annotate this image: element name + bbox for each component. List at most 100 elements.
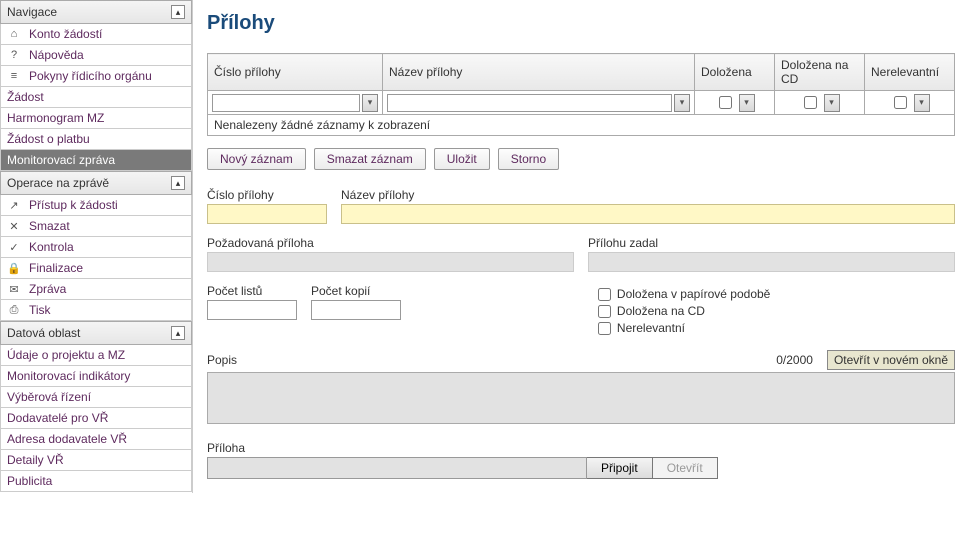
cancel-button[interactable]: Storno bbox=[498, 148, 559, 170]
copies-label: Počet kopií bbox=[311, 284, 401, 298]
check-icon: ✓ bbox=[7, 241, 21, 254]
nav-item-dodavatele[interactable]: Dodavatelé pro VŘ bbox=[0, 408, 192, 429]
nav-item-label: Smazat bbox=[29, 219, 70, 233]
nav-item-kontrola[interactable]: ✓ Kontrola bbox=[0, 237, 192, 258]
print-icon: ⎙ bbox=[7, 304, 21, 317]
nav-item-pokyny[interactable]: ≡ Pokyny řídicího orgánu bbox=[0, 66, 192, 87]
nav-item-tisk[interactable]: ⎙ Tisk bbox=[0, 300, 192, 321]
pages-label: Počet listů bbox=[207, 284, 297, 298]
message-icon: ✉ bbox=[7, 283, 21, 296]
nav-item-label: Adresa dodavatele VŘ bbox=[7, 432, 127, 446]
nav-item-finalizace[interactable]: 🔒 Finalizace bbox=[0, 258, 192, 279]
help-icon: ? bbox=[7, 49, 21, 61]
nav-item-adresa[interactable]: Adresa dodavatele VŘ bbox=[0, 429, 192, 450]
nav-header-navigace: Navigace ▴ bbox=[0, 0, 192, 24]
attachments-grid: Číslo přílohy Název přílohy Doložena Dol… bbox=[207, 53, 955, 115]
entered-by-input bbox=[588, 252, 955, 272]
toolbar: Nový záznam Smazat záznam Uložit Storno bbox=[207, 148, 955, 170]
desc-label: Popis bbox=[207, 353, 237, 367]
filter-name-input[interactable] bbox=[387, 94, 672, 112]
desc-counter: 0/2000 bbox=[776, 353, 813, 367]
grid-empty-status: Nenalezeny žádné záznamy k zobrazení bbox=[207, 115, 955, 136]
nav-item-detaily[interactable]: Detaily VŘ bbox=[0, 450, 192, 471]
nav-item-zadost[interactable]: Žádost bbox=[0, 87, 192, 108]
col-provided[interactable]: Doložena bbox=[695, 54, 775, 91]
required-label: Požadovaná příloha bbox=[207, 236, 574, 250]
access-icon: ↗ bbox=[7, 199, 21, 212]
name-label: Název přílohy bbox=[341, 188, 955, 202]
filter-provided-checkbox[interactable] bbox=[719, 96, 732, 109]
chevron-up-icon[interactable]: ▴ bbox=[171, 326, 185, 340]
delete-icon: ✕ bbox=[7, 220, 21, 233]
nav-item-label: Konto žádostí bbox=[29, 27, 102, 41]
nav-item-label: Monitorovací zpráva bbox=[7, 153, 115, 167]
attach-button[interactable]: Připojit bbox=[587, 457, 653, 479]
nav-header-label: Navigace bbox=[7, 5, 57, 19]
nav-item-label: Kontrola bbox=[29, 240, 74, 254]
nav-header-datova: Datová oblast ▴ bbox=[0, 321, 192, 345]
chk-paper[interactable] bbox=[598, 288, 611, 301]
nav-item-pristup[interactable]: ↗ Přístup k žádosti bbox=[0, 195, 192, 216]
nav-item-label: Dodavatelé pro VŘ bbox=[7, 411, 108, 425]
nav-item-label: Pokyny řídicího orgánu bbox=[29, 69, 152, 83]
col-provided-cd[interactable]: Doložena na CD bbox=[775, 54, 865, 91]
nav-header-operace: Operace na zprávě ▴ bbox=[0, 171, 192, 195]
nav-item-label: Nápověda bbox=[29, 48, 84, 62]
pages-input[interactable] bbox=[207, 300, 297, 320]
nav-item-label: Finalizace bbox=[29, 261, 83, 275]
nav-item-udaje[interactable]: Údaje o projektu a MZ bbox=[0, 345, 192, 366]
attach-label: Příloha bbox=[207, 441, 955, 455]
copies-input[interactable] bbox=[311, 300, 401, 320]
save-button[interactable]: Uložit bbox=[434, 148, 490, 170]
number-input[interactable] bbox=[207, 204, 327, 224]
nav-item-harmonogram[interactable]: Harmonogram MZ bbox=[0, 108, 192, 129]
col-number[interactable]: Číslo přílohy bbox=[208, 54, 383, 91]
filter-icon[interactable]: ▾ bbox=[362, 94, 378, 112]
nav-item-indikatory[interactable]: Monitorovací indikátory bbox=[0, 366, 192, 387]
entered-by-label: Přílohu zadal bbox=[588, 236, 955, 250]
nav-item-monitorovaci-zprava[interactable]: Monitorovací zpráva bbox=[0, 150, 192, 171]
nav-item-publicita[interactable]: Publicita bbox=[0, 471, 192, 492]
nav-header-label: Operace na zprávě bbox=[7, 176, 109, 190]
open-attachment-button: Otevřít bbox=[653, 457, 718, 479]
filter-icon[interactable]: ▾ bbox=[824, 94, 840, 112]
nav-item-label: Žádost o platbu bbox=[7, 132, 90, 146]
nav-item-label: Zpráva bbox=[29, 282, 66, 296]
nav-item-zadost-o-platbu[interactable]: Žádost o platbu bbox=[0, 129, 192, 150]
nav-item-label: Detaily VŘ bbox=[7, 453, 64, 467]
nav-item-label: Monitorovací indikátory bbox=[7, 369, 130, 383]
home-icon: ⌂ bbox=[7, 28, 21, 40]
nav-item-label: Přístup k žádosti bbox=[29, 198, 118, 212]
col-irrelevant[interactable]: Nerelevantní bbox=[865, 54, 955, 91]
open-new-window-button[interactable]: Otevřít v novém okně bbox=[827, 350, 955, 370]
delete-record-button[interactable]: Smazat záznam bbox=[314, 148, 426, 170]
nav-item-label: Výběrová řízení bbox=[7, 390, 91, 404]
nav-item-napoveda[interactable]: ? Nápověda bbox=[0, 45, 192, 66]
nav-item-label: Údaje o projektu a MZ bbox=[7, 348, 125, 362]
nav-item-zprava[interactable]: ✉ Zpráva bbox=[0, 279, 192, 300]
nav-item-smazat[interactable]: ✕ Smazat bbox=[0, 216, 192, 237]
sidebar: Navigace ▴ ⌂ Konto žádostí ? Nápověda ≡ … bbox=[0, 0, 193, 493]
filter-irrelevant-checkbox[interactable] bbox=[894, 96, 907, 109]
name-input[interactable] bbox=[341, 204, 955, 224]
filter-icon[interactable]: ▾ bbox=[914, 94, 930, 112]
nav-item-label: Harmonogram MZ bbox=[7, 111, 104, 125]
nav-item-vyberova[interactable]: Výběrová řízení bbox=[0, 387, 192, 408]
chevron-up-icon[interactable]: ▴ bbox=[171, 5, 185, 19]
nav-header-label: Datová oblast bbox=[7, 326, 80, 340]
filter-number-input[interactable] bbox=[212, 94, 360, 112]
nav-item-konto-zadosti[interactable]: ⌂ Konto žádostí bbox=[0, 24, 192, 45]
filter-icon[interactable]: ▾ bbox=[674, 94, 690, 112]
nav-item-label: Tisk bbox=[29, 303, 51, 317]
filter-cd-checkbox[interactable] bbox=[804, 96, 817, 109]
desc-textarea[interactable] bbox=[207, 372, 955, 424]
chevron-up-icon[interactable]: ▴ bbox=[171, 176, 185, 190]
chk-cd[interactable] bbox=[598, 305, 611, 318]
new-record-button[interactable]: Nový záznam bbox=[207, 148, 306, 170]
chk-irrelevant-label: Nerelevantní bbox=[617, 321, 685, 335]
nav-item-label: Žádost bbox=[7, 90, 44, 104]
chk-irrelevant[interactable] bbox=[598, 322, 611, 335]
filter-icon[interactable]: ▾ bbox=[739, 94, 755, 112]
col-name[interactable]: Název přílohy bbox=[383, 54, 695, 91]
number-label: Číslo přílohy bbox=[207, 188, 327, 202]
